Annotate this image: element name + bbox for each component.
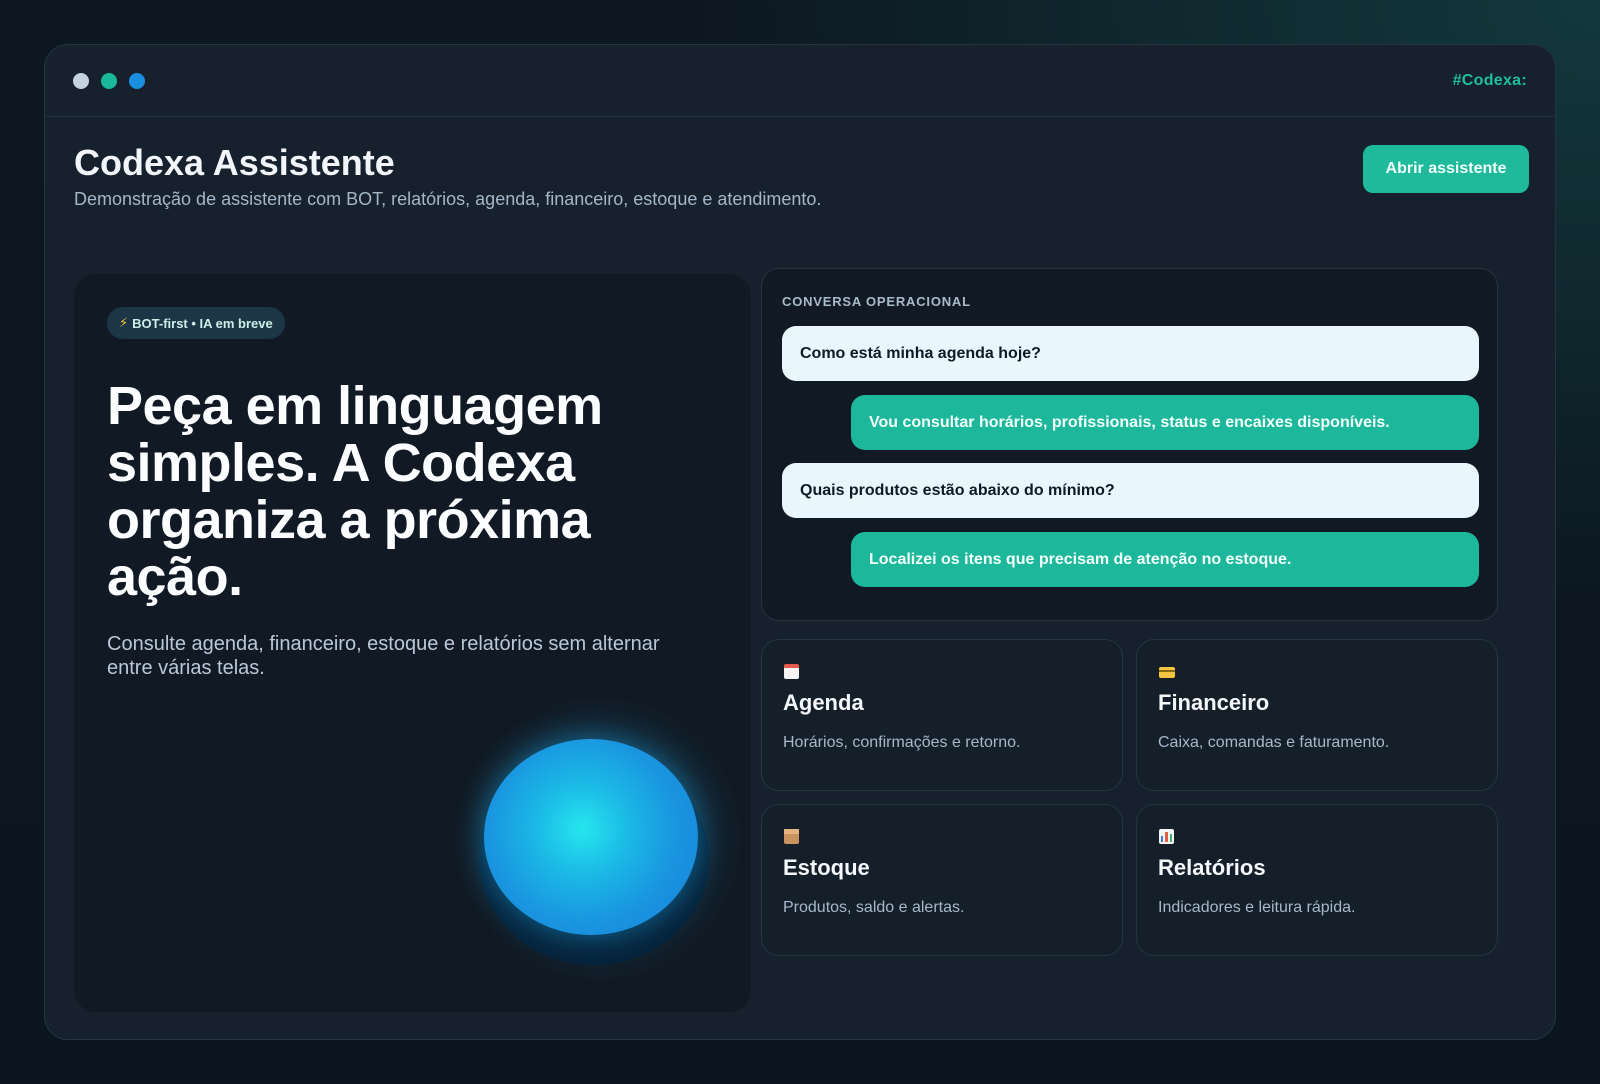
brand-tag: #Codexa: [1452,72,1527,89]
calendar-icon [784,664,799,679]
window-control-dot-1[interactable] [73,73,89,89]
hero-description: Consulte agenda, financeiro, estoque e r… [107,633,660,679]
credit-card-icon [1159,664,1175,678]
window-control-dot-2[interactable] [101,73,117,89]
open-assistant-button[interactable]: Abrir assistente [1363,145,1529,193]
lightning-icon: ⚡ [119,315,129,330]
hero-title: Peça em linguagem simples. A Codexa orga… [107,376,603,607]
hero-panel: ⚡ BOT-first • IA em breve Peça em lingua… [74,274,751,1012]
card-description: Produtos, saldo e alertas. [783,899,965,916]
conversation-panel: CONVERSA OPERACIONAL Como está minha age… [761,268,1498,621]
card-relatorios[interactable]: Relatórios Indicadores e leitura rápida. [1136,804,1498,956]
card-description: Caixa, comandas e faturamento. [1158,734,1390,751]
card-title: Estoque [783,855,870,880]
card-agenda[interactable]: Agenda Horários, confirmações e retorno. [761,639,1123,791]
card-title: Financeiro [1158,690,1270,715]
conversation-label: CONVERSA OPERACIONAL [782,294,971,309]
chat-message-user: Como está minha agenda hoje? [782,326,1479,381]
card-title: Agenda [783,690,864,715]
package-icon [784,829,799,844]
bar-chart-icon [1159,829,1174,844]
chat-message-bot: Localizei os itens que precisam de atenç… [851,532,1479,587]
page-title: Codexa Assistente [74,142,395,183]
card-estoque[interactable]: Estoque Produtos, saldo e alertas. [761,804,1123,956]
status-badge-label: BOT-first • IA em breve [132,315,273,331]
window-control-dot-3[interactable] [129,73,145,89]
status-badge: ⚡ BOT-first • IA em breve [107,307,285,339]
chat-message-bot: Vou consultar horários, profissionais, s… [851,395,1479,450]
card-title: Relatórios [1158,855,1266,880]
assistant-orb[interactable] [484,739,698,935]
app-window: #Codexa: Codexa Assistente Demonstração … [44,44,1556,1040]
chat-message-user: Quais produtos estão abaixo do mínimo? [782,463,1479,518]
card-description: Indicadores e leitura rápida. [1158,899,1356,916]
card-description: Horários, confirmações e retorno. [783,734,1021,751]
card-financeiro[interactable]: Financeiro Caixa, comandas e faturamento… [1136,639,1498,791]
window-titlebar: #Codexa: [45,45,1555,117]
page-subtitle: Demonstração de assistente com BOT, rela… [74,189,822,209]
